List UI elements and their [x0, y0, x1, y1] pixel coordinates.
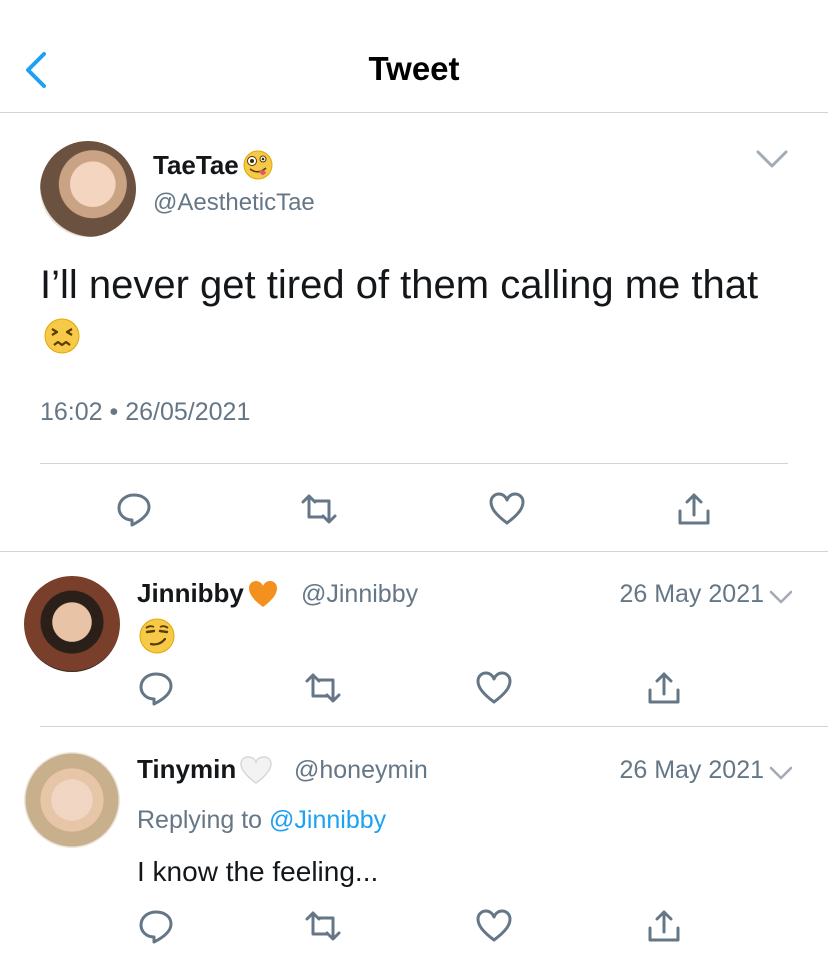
reply-author-handle[interactable]: @honeymin	[294, 756, 428, 785]
mention-link[interactable]: @Jinnibby	[269, 806, 386, 834]
chevron-down-icon	[756, 150, 788, 168]
tweet-timestamp: 16:02 • 26/05/2021	[40, 398, 251, 426]
main-tweet: TaeTae @AestheticTae I’ll never get tire…	[0, 113, 828, 552]
share-button[interactable]	[674, 489, 714, 529]
reply-tweet[interactable]: Tinymin @honeymin 26 May 2021 Replying t…	[0, 728, 828, 954]
like-button[interactable]	[474, 668, 514, 708]
author-name[interactable]: TaeTae	[153, 149, 274, 181]
chevron-down-icon	[769, 590, 793, 604]
reply-text	[137, 616, 177, 661]
navigation-bar: Tweet	[0, 0, 828, 113]
retweet-button[interactable]	[299, 489, 339, 529]
heart-icon	[489, 492, 525, 525]
retweet-icon	[301, 494, 337, 524]
smirking-face-emoji	[139, 618, 175, 654]
author-handle[interactable]: @AestheticTae	[153, 189, 315, 217]
reply-icon	[117, 493, 151, 527]
retweet-button[interactable]	[303, 906, 343, 946]
more-options-button[interactable]	[768, 764, 794, 782]
divider	[40, 463, 788, 464]
reply-date: 26 May 2021	[619, 756, 764, 784]
reply-actions	[0, 668, 828, 708]
replying-to: Replying to @Jinnibby	[137, 806, 387, 834]
reply-button[interactable]	[114, 489, 154, 529]
orange-heart-emoji	[248, 580, 277, 607]
reply-text: I know the feeling...	[137, 856, 379, 887]
author-name-label: TaeTae	[153, 149, 239, 180]
avatar[interactable]	[40, 141, 136, 237]
retweet-icon	[305, 673, 341, 703]
share-icon	[648, 910, 680, 942]
chevron-down-icon	[769, 766, 793, 780]
reply-author-name[interactable]: Tinymin	[137, 754, 273, 785]
share-icon	[678, 493, 710, 525]
reply-date: 26 May 2021	[619, 580, 764, 608]
reply-icon	[139, 672, 173, 706]
zany-face-emoji	[243, 150, 273, 180]
more-options-button[interactable]	[768, 588, 794, 606]
reply-button[interactable]	[136, 906, 176, 946]
heart-icon	[476, 909, 512, 942]
share-button[interactable]	[644, 906, 684, 946]
persevering-face-emoji	[44, 318, 80, 354]
divider	[40, 726, 828, 727]
tweet-actions	[0, 489, 828, 529]
share-button[interactable]	[644, 668, 684, 708]
more-options-button[interactable]	[754, 147, 790, 171]
tweet-text: I’ll never get tired of them calling me …	[40, 259, 780, 363]
like-button[interactable]	[487, 489, 527, 529]
page-title: Tweet	[368, 50, 460, 87]
reply-author-name[interactable]: Jinnibby	[137, 578, 279, 609]
avatar[interactable]	[24, 576, 120, 672]
reply-icon	[139, 910, 173, 944]
retweet-button[interactable]	[303, 668, 343, 708]
share-icon	[648, 672, 680, 704]
like-button[interactable]	[474, 906, 514, 946]
heart-icon	[476, 671, 512, 704]
reply-actions	[0, 906, 828, 946]
white-heart-emoji	[240, 755, 272, 784]
reply-tweet[interactable]: Jinnibby @Jinnibby 26 May 2021	[0, 552, 828, 728]
retweet-icon	[305, 911, 341, 941]
avatar[interactable]	[24, 752, 120, 848]
reply-button[interactable]	[136, 668, 176, 708]
reply-author-handle[interactable]: @Jinnibby	[301, 580, 418, 609]
